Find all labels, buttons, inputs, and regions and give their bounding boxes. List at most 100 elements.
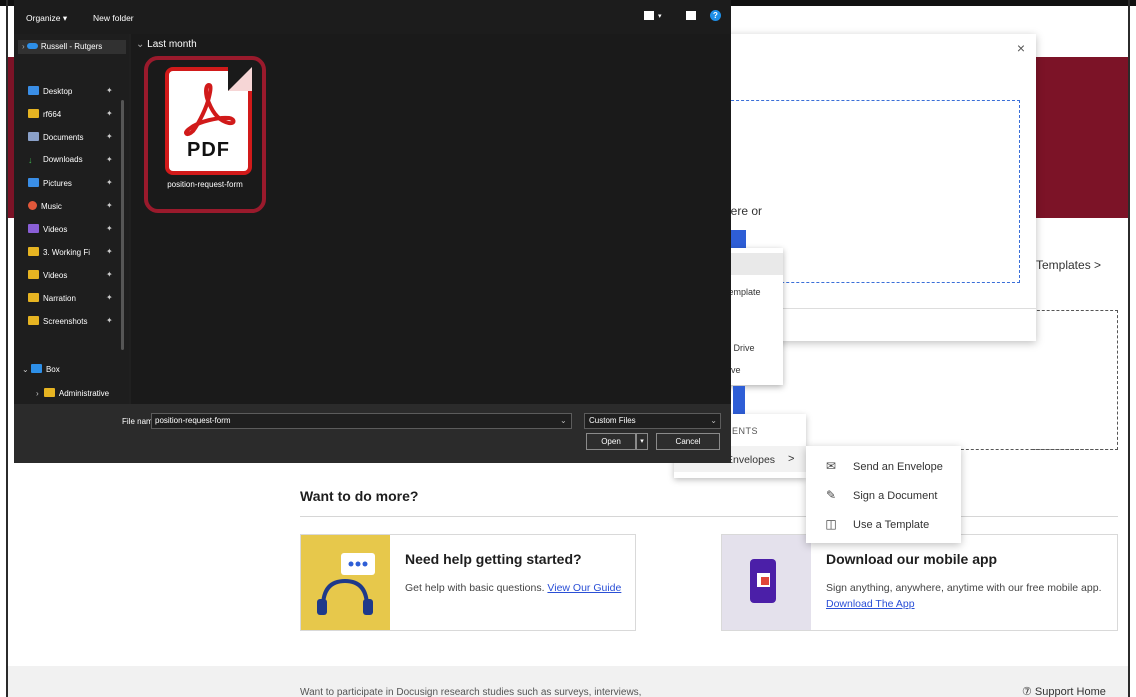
music-icon [28,201,37,210]
cloud-icon [26,43,38,49]
folder-icon [28,293,39,302]
recents-menu-label: ENTS [732,426,759,436]
nav-item-pictures[interactable]: Pictures ✦ [28,178,113,188]
pin-icon: ✦ [106,293,113,302]
envelopes-menu-item[interactable]: Envelopes [726,454,775,466]
file-name-label: position-request-form [167,180,243,189]
file-type-select[interactable]: Custom Files ⌄ [584,413,721,429]
chevron-down-icon[interactable]: ⌄ [560,416,567,425]
nav-item-working-files[interactable]: 3. Working Fi ✦ [28,247,113,257]
pin-icon: ✦ [106,86,113,95]
pin-icon: ✦ [106,155,113,164]
pin-icon: ✦ [106,132,113,141]
folder-icon [28,109,39,118]
nav-item-desktop[interactable]: Desktop ✦ [28,86,113,96]
help-card-title: Need help getting started? [405,551,582,567]
nav-item-music[interactable]: Music ✦ [28,201,113,211]
mobile-app-illustration [722,535,811,630]
sign-icon: ✎ [825,488,837,502]
help-card-text: Get help with basic questions. View Our … [405,582,622,594]
acrobat-logo-icon [184,83,236,137]
chevron-down-icon[interactable]: ▾ [658,12,668,21]
nav-item-narration[interactable]: Narration ✦ [28,293,113,303]
box-icon [30,364,42,373]
help-icon[interactable]: ? [710,10,721,21]
mobile-app-card-text: Sign anything, anywhere, anytime with ou… [826,582,1102,610]
support-home-link[interactable]: ⑦ Support Home [1022,685,1106,697]
open-options-button[interactable]: ▾ [636,433,648,450]
nav-item-screenshots[interactable]: Screenshots ✦ [28,316,113,326]
view-guide-link[interactable]: View Our Guide [547,582,621,594]
dialog-footer: File name: position-request-form ⌄ Custo… [14,404,731,463]
help-illustration [301,535,390,630]
dialog-toolbar: Organize ▾ New folder ▾ ? [14,0,731,34]
pin-icon: ✦ [106,224,113,233]
group-header[interactable]: ⌄ Last month [136,39,197,50]
folder-icon [28,247,39,256]
nav-item-rf664[interactable]: rf664 ✦ [28,109,113,119]
more-section-title: Want to do more? [300,488,419,504]
organize-button[interactable]: Organize ▾ [26,13,67,24]
envelope-icon: ✉ [825,459,837,473]
chevron-down-icon: ⌄ [710,416,717,425]
close-icon[interactable]: × [1017,40,1025,56]
pdf-icon: PDF [165,67,252,175]
folder-icon [28,270,39,279]
view-mode-icon[interactable] [644,11,654,20]
folder-icon [43,388,55,397]
use-template-item[interactable]: ◫ Use a Template [806,510,961,540]
chevron-down-icon: ⌄ [136,39,148,50]
pdf-label: PDF [187,139,230,161]
pin-icon: ✦ [106,247,113,256]
envelope-submenu: ✉ Send an Envelope ✎ Sign a Document ◫ U… [806,446,961,543]
nav-item-documents[interactable]: Documents ✦ [28,132,113,142]
help-circle-icon: ⑦ [1022,686,1035,697]
nav-item-videos[interactable]: Videos ✦ [28,224,113,234]
nav-scrollbar[interactable] [121,100,124,350]
upload-menu-item[interactable]: template [726,287,761,297]
templates-link[interactable]: Templates > [1036,258,1101,272]
drop-zone-border-bottom [936,449,1118,450]
preview-pane-icon[interactable] [686,11,696,20]
file-list-pane: ⌄ Last month PDF position-request-form [131,34,731,404]
documents-icon [28,132,39,141]
file-open-dialog: Organize ▾ New folder ▾ ? › Russell - Ru… [14,0,731,463]
file-name-input[interactable]: position-request-form [151,413,572,429]
pin-icon: ✦ [106,109,113,118]
template-icon: ◫ [825,517,837,531]
chevron-right-icon: > [788,453,795,465]
pin-icon: ✦ [106,178,113,187]
mobile-app-card[interactable]: Download our mobile app Sign anything, a… [721,534,1118,631]
nav-item-box[interactable]: ⌄ Box [22,364,60,374]
pin-icon: ✦ [106,270,113,279]
desktop-icon [28,86,39,95]
start-button-edge[interactable] [733,386,745,416]
download-app-link[interactable]: Download The App [826,598,915,610]
sign-document-item[interactable]: ✎ Sign a Document [806,481,961,511]
mobile-app-card-title: Download our mobile app [826,551,998,567]
downloads-icon: ↓ [28,155,33,165]
help-card[interactable]: Need help getting started? Get help with… [300,534,636,631]
headset-icon [317,553,375,615]
pdf-file-item[interactable]: PDF position-request-form [144,56,266,213]
pin-icon: ✦ [106,316,113,325]
pictures-icon [28,178,39,187]
nav-item-administrative[interactable]: › Administrative [36,388,109,398]
chevron-down-icon: ⌄ [22,365,31,374]
footer-research-text: Want to participate in Docusign research… [300,687,642,697]
send-envelope-item[interactable]: ✉ Send an Envelope [806,452,961,482]
sign-document-label: Sign a Document [853,490,938,502]
folder-icon [28,316,39,325]
new-folder-button[interactable]: New folder [93,13,134,23]
cancel-button[interactable]: Cancel [656,433,720,450]
nav-item-videos-folder[interactable]: Videos ✦ [28,270,113,280]
nav-item-onedrive[interactable]: › Russell - Rutgers [18,40,126,54]
nav-item-downloads[interactable]: ↓ Downloads ✦ [28,155,113,165]
videos-icon [28,224,39,233]
pin-icon: ✦ [106,201,113,210]
section-divider [300,516,1118,517]
send-envelope-label: Send an Envelope [853,461,943,473]
chevron-right-icon: › [36,389,41,398]
open-button[interactable]: Open [586,433,636,450]
phone-icon [750,559,776,603]
